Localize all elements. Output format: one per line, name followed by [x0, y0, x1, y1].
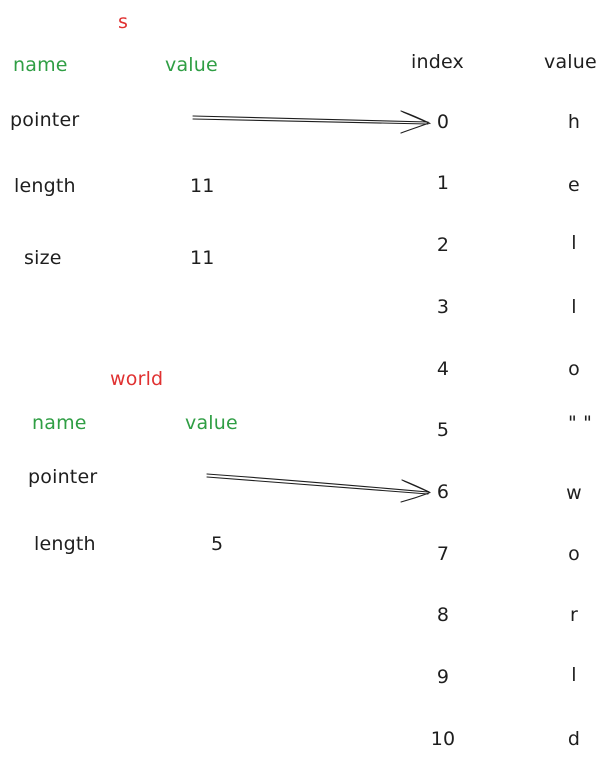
- world-pointer-arrow: [206, 473, 431, 503]
- s-pointer-arrow: [192, 110, 431, 134]
- pointer-arrows: [192, 110, 431, 503]
